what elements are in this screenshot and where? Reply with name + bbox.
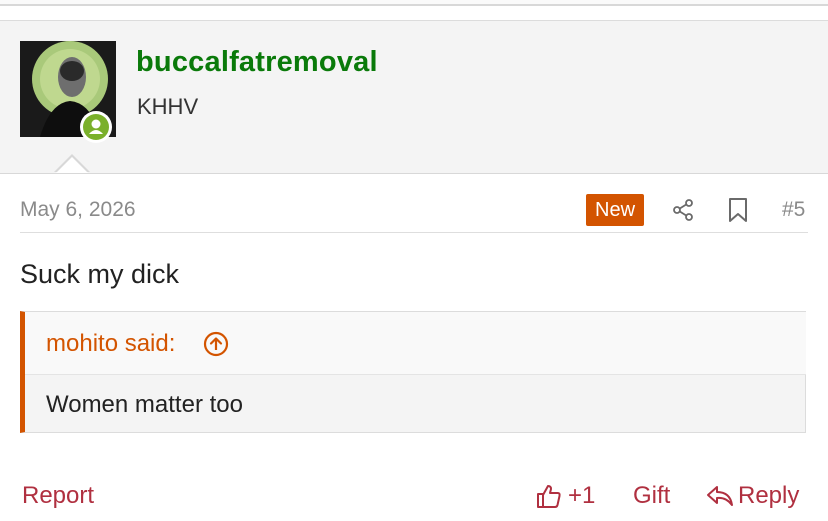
top-divider [0,0,828,6]
thumbs-up-icon [536,483,562,509]
avatar[interactable] [20,41,116,143]
gift-button[interactable]: Gift [633,482,670,510]
reply-label: Reply [738,482,800,509]
quote-author-link[interactable]: mohito said: [46,330,175,358]
post-date-link[interactable]: May 6, 2026 [20,198,136,222]
reply-arrow-icon [706,484,734,508]
quote-content: Women matter too [46,391,243,418]
quote-header: mohito said: [25,312,806,375]
quote-block: mohito said: Women matter too [20,311,806,433]
new-badge: New [586,194,645,226]
arrow-up-circle-icon[interactable] [203,331,229,357]
report-button[interactable]: Report [22,482,94,510]
online-status-badge [80,111,112,143]
post-user-header: buccalfatremoval KHHV [0,20,828,174]
like-count: +1 [568,482,596,509]
bookmark-icon[interactable] [727,197,749,223]
post-number-link[interactable]: #5 [782,198,805,222]
username-link[interactable]: buccalfatremoval [136,46,378,79]
user-title: KHHV [137,94,199,119]
like-button[interactable]: +1 [536,482,595,510]
share-icon[interactable] [671,198,695,222]
post-message: Suck my dick [20,259,180,289]
reply-button[interactable]: Reply [706,482,799,510]
online-user-icon [83,114,109,140]
header-arrow-inner [56,157,88,173]
post-meta-bar: May 6, 2026 New #5 [20,190,808,233]
